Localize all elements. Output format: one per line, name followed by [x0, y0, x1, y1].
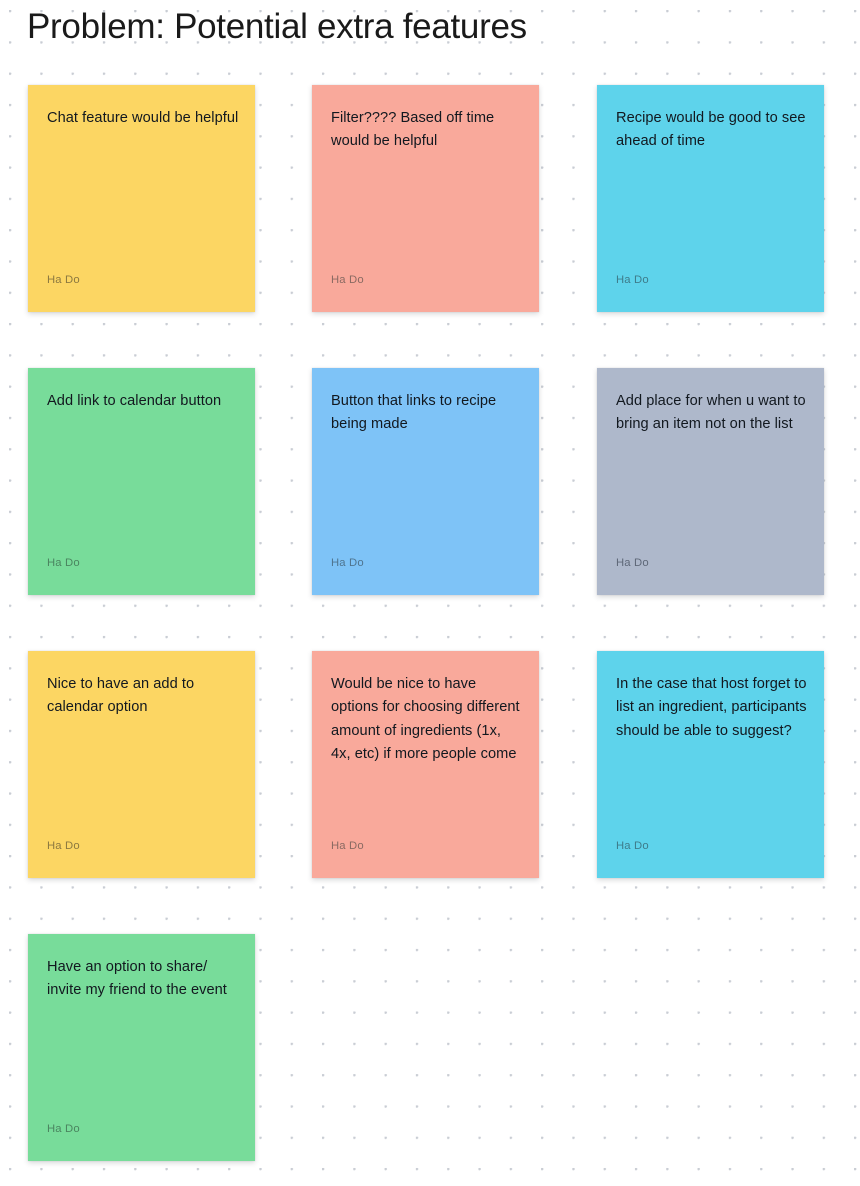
sticky-note-author: Ha Do [47, 1123, 80, 1135]
sticky-note[interactable]: Add link to calendar button Ha Do [28, 368, 255, 595]
sticky-note-text: Add link to calendar button [47, 393, 222, 409]
sticky-note[interactable]: Would be nice to have options for choosi… [312, 651, 539, 878]
sticky-note[interactable]: In the case that host forget to list an … [597, 651, 824, 878]
sticky-note-author: Ha Do [616, 274, 649, 286]
sticky-note[interactable]: Add place for when u want to bring an it… [597, 368, 824, 595]
sticky-note-text: Recipe would be good to see ahead of tim… [616, 110, 810, 150]
sticky-note[interactable]: Have an option to share/ invite my frien… [28, 934, 255, 1161]
sticky-note-text: Nice to have an add to calendar option [47, 676, 199, 716]
sticky-note-author: Ha Do [331, 557, 364, 569]
sticky-note-author: Ha Do [616, 557, 649, 569]
sticky-note[interactable]: Chat feature would be helpful Ha Do [28, 85, 255, 312]
sticky-note-author: Ha Do [47, 274, 80, 286]
sticky-note-text: Filter???? Based off time would be helpf… [331, 110, 499, 150]
sticky-note-author: Ha Do [616, 840, 649, 852]
whiteboard-canvas[interactable]: Problem: Potential extra features Chat f… [0, 0, 860, 1186]
sticky-notes-grid: Chat feature would be helpful Ha Do Filter… [0, 0, 860, 1186]
sticky-note-author: Ha Do [331, 840, 364, 852]
sticky-note-text: Add place for when u want to bring an it… [616, 393, 810, 433]
sticky-note-text: Chat feature would be helpful [47, 110, 239, 126]
sticky-note[interactable]: Filter???? Based off time would be helpf… [312, 85, 539, 312]
sticky-note-text: Have an option to share/ invite my frien… [47, 959, 227, 999]
sticky-note-text: In the case that host forget to list an … [616, 676, 811, 739]
sticky-note[interactable]: Recipe would be good to see ahead of tim… [597, 85, 824, 312]
sticky-note-text: Button that links to recipe being made [331, 393, 501, 433]
sticky-note-author: Ha Do [47, 557, 80, 569]
sticky-note[interactable]: Nice to have an add to calendar option Ha… [28, 651, 255, 878]
sticky-note-text: Would be nice to have options for choosi… [331, 676, 524, 762]
sticky-note-author: Ha Do [47, 840, 80, 852]
sticky-note-author: Ha Do [331, 274, 364, 286]
sticky-note[interactable]: Button that links to recipe being made Ha… [312, 368, 539, 595]
